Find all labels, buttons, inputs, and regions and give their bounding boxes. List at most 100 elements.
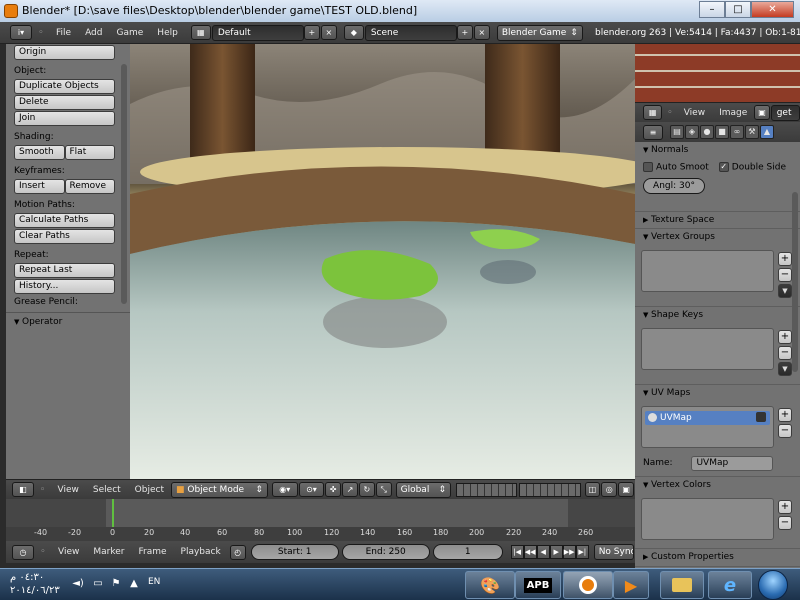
modifiers-tab-icon[interactable]: ⚒ <box>745 125 759 139</box>
translate-manipulator-icon[interactable]: ↗ <box>342 482 358 497</box>
3d-select-menu[interactable]: Select <box>86 485 128 495</box>
world-tab-icon[interactable]: ● <box>700 125 714 139</box>
scene-field[interactable]: Scene <box>364 24 457 41</box>
render-preview-icon[interactable]: ◎ <box>601 482 618 497</box>
remove-shape-key-button[interactable]: − <box>778 346 792 360</box>
menu-game[interactable]: Game <box>110 28 151 38</box>
constraints-tab-icon[interactable]: ∞ <box>730 125 744 139</box>
history-button[interactable]: History... <box>14 279 115 294</box>
add-shape-key-button[interactable]: + <box>778 330 792 344</box>
delete-button[interactable]: Delete <box>14 95 115 110</box>
remove-keyframe-button[interactable]: Remove <box>64 179 115 194</box>
rotate-manipulator-icon[interactable]: ↻ <box>358 482 375 497</box>
image-editor-type-icon[interactable]: ▦ <box>643 105 663 120</box>
taskbar-blender-app[interactable] <box>563 571 613 599</box>
shape-keys-panel-header[interactable]: ▼ Shape Keys <box>635 307 800 324</box>
uv-maps-list[interactable]: UVMap <box>641 406 774 448</box>
render-tab-icon[interactable]: ▤ <box>670 125 684 139</box>
pivot-point-icon[interactable]: ⊙▾ <box>298 482 325 497</box>
repeat-last-button[interactable]: Repeat Last <box>14 263 115 278</box>
shape-keys-list[interactable] <box>641 328 774 370</box>
taskbar-paint-app[interactable]: 🎨 <box>465 571 515 599</box>
scene-tab-icon[interactable]: ◈ <box>685 125 699 139</box>
screen-layout-field[interactable]: Default <box>211 24 304 41</box>
input-language-indicator[interactable]: EN <box>148 577 160 587</box>
vertex-colors-panel-header[interactable]: ▼ Vertex Colors <box>635 477 800 494</box>
screen-layout-icon[interactable]: ▦ <box>190 25 211 40</box>
scale-manipulator-icon[interactable]: ⤡ <box>375 482 392 497</box>
object-tab-icon[interactable]: ■ <box>715 125 729 139</box>
double-sided-checkbox[interactable]: ✓ Double Side <box>718 162 786 173</box>
use-preview-range-icon[interactable]: ◴ <box>229 544 246 560</box>
smooth-button[interactable]: Smooth <box>14 145 65 160</box>
remove-vertex-color-button[interactable]: − <box>778 516 792 530</box>
taskbar-clock[interactable]: ٠٤:٣٠ م ٢٠١٤/٠٦/٢٣ <box>10 571 60 597</box>
auto-smooth-checkbox[interactable]: Auto Smoot <box>643 162 709 173</box>
delete-screen-icon[interactable]: × <box>320 25 337 40</box>
volume-icon[interactable]: ◄) <box>72 578 84 590</box>
show-hidden-icons[interactable]: ▲ <box>128 578 140 590</box>
add-screen-icon[interactable]: + <box>303 25 320 40</box>
taskbar-explorer-app[interactable] <box>660 571 704 599</box>
maximize-button[interactable]: □ <box>725 1 751 18</box>
header-collapse-icon[interactable]: ◦ <box>35 485 51 495</box>
normals-panel-header[interactable]: ▼ Normals <box>635 142 800 159</box>
taskbar-internet-explorer-app[interactable]: e <box>708 571 752 599</box>
auto-smooth-angle-field[interactable]: Angl: 30° <box>643 177 705 194</box>
info-editor-type-icon[interactable]: i▾ <box>10 25 32 40</box>
jump-end-icon[interactable]: ▶| <box>575 545 589 559</box>
properties-scrollbar[interactable] <box>792 192 798 372</box>
header-collapse-icon[interactable]: ◦ <box>35 547 51 557</box>
vertex-groups-panel-header[interactable]: ▼ Vertex Groups <box>635 229 800 246</box>
play-icon[interactable]: ▶ <box>549 545 563 559</box>
lock-layers-icon[interactable]: ◫ <box>584 482 601 497</box>
image-view-menu[interactable]: View <box>677 108 712 118</box>
tool-shelf-scrollbar[interactable] <box>121 64 127 304</box>
timeline-editor-type-icon[interactable]: ◷ <box>12 544 34 560</box>
menu-help[interactable]: Help <box>150 28 185 38</box>
menu-file[interactable]: File <box>49 28 78 38</box>
insert-keyframe-button[interactable]: Insert <box>14 179 65 194</box>
taskbar-apb-app[interactable]: APB <box>515 571 561 599</box>
vertex-colors-list[interactable] <box>641 498 774 540</box>
current-frame-cursor[interactable] <box>112 499 114 527</box>
texture-space-panel-header[interactable]: ▶ Texture Space <box>635 212 800 229</box>
play-reverse-icon[interactable]: ◀ <box>536 545 550 559</box>
3d-object-menu[interactable]: Object <box>128 485 171 495</box>
add-scene-icon[interactable]: + <box>456 25 473 40</box>
3d-view-menu[interactable]: View <box>51 485 86 495</box>
windows-start-button[interactable] <box>758 570 788 600</box>
end-frame-field[interactable]: End: 250 <box>341 544 430 560</box>
header-collapse-icon[interactable]: ◦ <box>663 108 676 118</box>
menu-add[interactable]: Add <box>78 28 109 38</box>
vertex-group-specials-button[interactable]: ▼ <box>778 284 792 298</box>
join-button[interactable]: Join <box>14 111 115 126</box>
image-editor-preview[interactable] <box>635 44 800 102</box>
3d-viewport[interactable] <box>130 44 635 479</box>
network-icon[interactable]: ▭ <box>92 578 104 590</box>
custom-properties-panel-header[interactable]: ▶ Custom Properties <box>635 549 800 566</box>
vertex-groups-list[interactable] <box>641 250 774 292</box>
uv-map-item[interactable]: UVMap <box>645 411 770 425</box>
image-menu[interactable]: Image <box>712 108 754 118</box>
start-frame-field[interactable]: Start: 1 <box>250 544 339 560</box>
render-engine-dropdown[interactable]: Blender Game ⇕ <box>496 24 583 41</box>
next-keyframe-icon[interactable]: ▶▶ <box>562 545 576 559</box>
sync-mode-dropdown[interactable]: No Sync <box>593 544 634 560</box>
layer-buttons-secondary[interactable] <box>519 482 581 497</box>
timeline-view-menu[interactable]: View <box>51 547 86 557</box>
remove-uv-map-button[interactable]: − <box>778 424 792 438</box>
manipulator-toggle-icon[interactable]: ✜ <box>325 482 342 497</box>
timeline-playback-menu[interactable]: Playback <box>174 547 228 557</box>
taskbar-media-player-app[interactable]: ▶ <box>613 571 649 599</box>
operator-panel-header[interactable]: ▼ Operator <box>6 313 130 331</box>
scene-icon[interactable]: ◆ <box>343 25 364 40</box>
uv-map-name-field[interactable]: UVMap <box>691 456 774 471</box>
mode-dropdown[interactable]: ■ Object Mode ⇕ <box>170 481 268 498</box>
origin-button[interactable]: Origin <box>14 45 115 60</box>
layer-buttons[interactable] <box>456 482 518 497</box>
mesh-data-tab-icon[interactable]: ▲ <box>760 125 774 139</box>
minimize-button[interactable]: – <box>699 1 725 18</box>
jump-start-icon[interactable]: |◀ <box>510 545 524 559</box>
flat-button[interactable]: Flat <box>64 145 115 160</box>
